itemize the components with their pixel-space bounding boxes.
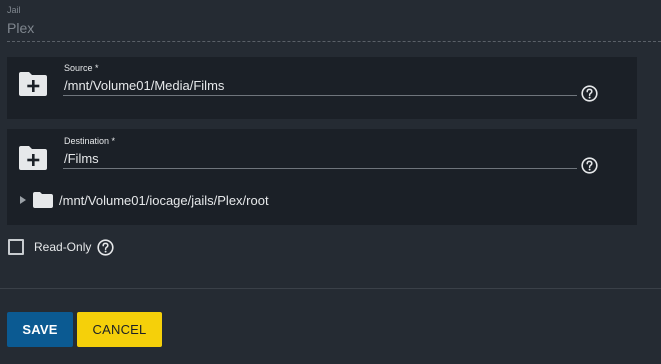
directory-tree-path: /mnt/Volume01/iocage/jails/Plex/root xyxy=(59,192,269,208)
jail-field-value: Plex xyxy=(7,20,35,36)
read-only-row: Read-Only xyxy=(8,238,114,256)
expand-caret-icon[interactable] xyxy=(19,196,27,204)
source-input[interactable] xyxy=(63,75,577,96)
destination-panel: Destination * /mnt/Volume01/iocage/jails… xyxy=(7,129,637,225)
jail-mount-point-form: Jail Plex Source * Destination * xyxy=(0,0,661,364)
source-label: Source * xyxy=(64,63,99,73)
read-only-label[interactable]: Read-Only xyxy=(34,240,91,254)
destination-input[interactable] xyxy=(63,148,577,169)
directory-tree-node[interactable]: /mnt/Volume01/iocage/jails/Plex/root xyxy=(19,191,269,209)
help-icon[interactable] xyxy=(97,238,114,256)
destination-label: Destination * xyxy=(64,136,116,146)
cancel-button[interactable]: CANCEL xyxy=(77,312,162,347)
folder-add-icon[interactable] xyxy=(18,71,48,97)
folder-icon xyxy=(33,192,53,208)
folder-add-icon[interactable] xyxy=(18,145,48,171)
help-icon[interactable] xyxy=(581,157,598,174)
source-panel: Source * xyxy=(7,57,637,119)
read-only-checkbox[interactable] xyxy=(8,239,24,255)
help-icon[interactable] xyxy=(581,85,598,102)
form-divider xyxy=(0,288,661,289)
save-button[interactable]: SAVE xyxy=(7,312,73,347)
jail-field-label: Jail xyxy=(7,5,21,15)
jail-field-underline xyxy=(7,41,661,42)
